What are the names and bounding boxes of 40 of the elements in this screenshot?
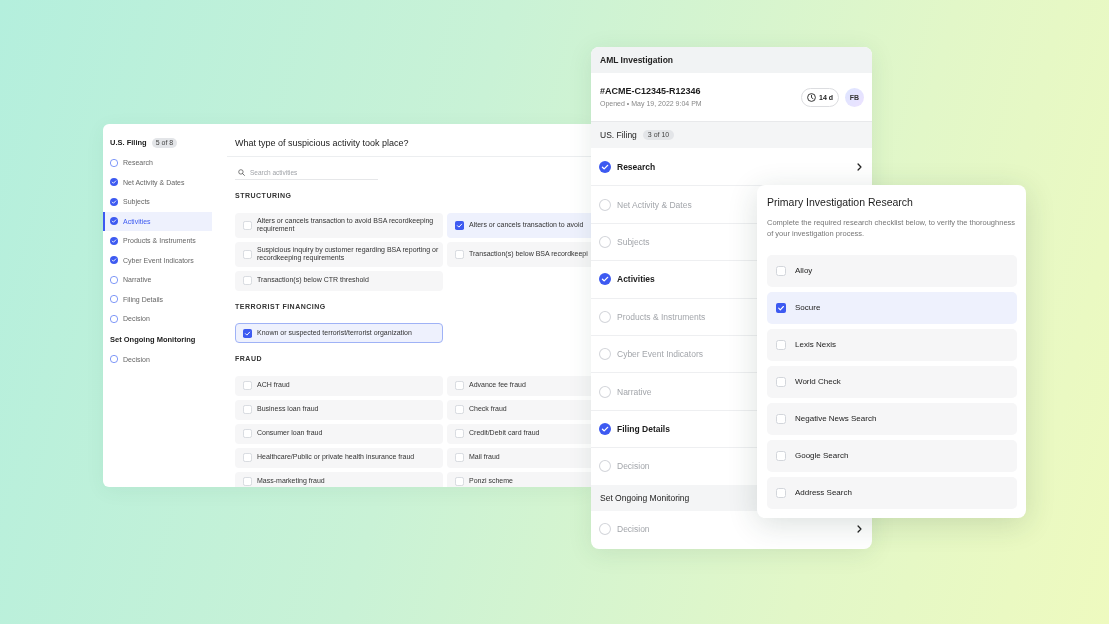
case-id: #ACME-C12345-R12346 bbox=[600, 86, 702, 97]
checkbox[interactable] bbox=[243, 249, 252, 259]
checkbox[interactable] bbox=[243, 405, 252, 414]
checkbox[interactable] bbox=[776, 265, 786, 276]
research-item[interactable]: Address Search bbox=[767, 476, 1017, 509]
checkbox[interactable] bbox=[776, 450, 786, 461]
checkbox[interactable] bbox=[455, 405, 464, 414]
checkbox[interactable] bbox=[455, 220, 464, 230]
checkbox[interactable] bbox=[243, 276, 252, 285]
step-row[interactable]: Research bbox=[591, 148, 872, 186]
checkbox[interactable] bbox=[776, 339, 786, 350]
checkbox[interactable] bbox=[776, 302, 786, 313]
research-item[interactable]: Socure bbox=[767, 291, 1017, 324]
question-title: What type of suspicious activity took place? bbox=[235, 137, 410, 149]
checkbox[interactable] bbox=[243, 328, 252, 338]
checkbox[interactable] bbox=[243, 381, 252, 390]
research-item[interactable]: Alloy bbox=[767, 254, 1017, 287]
section-title: Set Ongoing Monitoring bbox=[600, 492, 690, 503]
checkbox[interactable] bbox=[455, 453, 464, 462]
checkbox[interactable] bbox=[455, 381, 464, 390]
section-title: US. Filing bbox=[600, 130, 637, 140]
checkbox[interactable] bbox=[243, 429, 252, 438]
checkbox[interactable] bbox=[243, 453, 252, 462]
research-item[interactable]: World Check bbox=[767, 365, 1017, 398]
checkbox[interactable] bbox=[776, 413, 786, 424]
checkbox[interactable] bbox=[243, 220, 252, 230]
checkbox[interactable] bbox=[455, 477, 464, 486]
checkbox[interactable] bbox=[455, 429, 464, 438]
research-item[interactable]: Negative News Search bbox=[767, 402, 1017, 435]
research-item[interactable]: Lexis Nexis bbox=[767, 328, 1017, 361]
clock-icon bbox=[807, 92, 816, 102]
checkbox[interactable] bbox=[243, 477, 252, 486]
research-item[interactable]: Google Search bbox=[767, 439, 1017, 472]
search-icon bbox=[238, 168, 245, 176]
checkbox[interactable] bbox=[455, 249, 464, 259]
checkbox[interactable] bbox=[776, 376, 786, 387]
chevron-right-icon bbox=[857, 162, 862, 171]
chevron-right-icon bbox=[857, 525, 862, 534]
checkbox[interactable] bbox=[776, 487, 786, 498]
card-title: AML Investigation bbox=[600, 55, 674, 65]
